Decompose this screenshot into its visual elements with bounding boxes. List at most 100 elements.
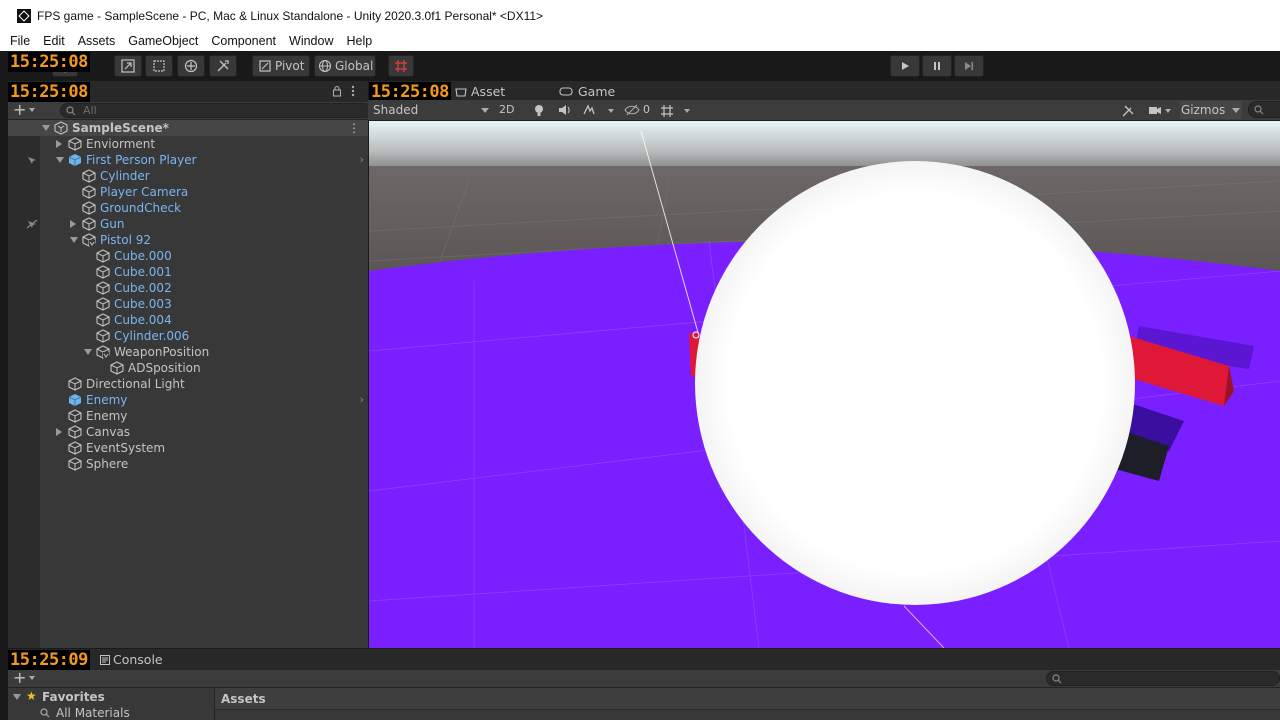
sphere-object[interactable]	[695, 161, 1135, 605]
collapsed-arrow-icon[interactable]	[70, 220, 76, 228]
scene-menu-icon[interactable]: ⋮	[348, 120, 360, 136]
scene-viewport[interactable]	[368, 121, 1280, 648]
hierarchy-item[interactable]: WeaponPosition	[40, 344, 368, 360]
chevron-down-icon[interactable]	[684, 109, 690, 113]
hierarchy-item[interactable]: Canvas	[40, 424, 368, 440]
kebab-menu-icon[interactable]	[351, 85, 355, 97]
chevron-down-icon[interactable]	[1165, 109, 1171, 113]
hierarchy-item[interactable]: GroundCheck	[40, 200, 368, 216]
hierarchy-item-label: GroundCheck	[100, 201, 182, 215]
grid-icon[interactable]	[660, 104, 674, 118]
transform-tool-button[interactable]	[177, 55, 205, 77]
hierarchy-item[interactable]: Gun	[40, 216, 368, 232]
gameobject-icon	[82, 201, 96, 215]
pickable-hidden-icon[interactable]	[26, 155, 38, 165]
hierarchy-toolbar: + All	[8, 102, 372, 120]
grid-snap-button[interactable]	[388, 55, 414, 77]
hierarchy-item[interactable]: Player Camera	[40, 184, 368, 200]
hierarchy-search-input[interactable]: All	[60, 103, 372, 118]
menu-window[interactable]: Window	[289, 34, 333, 48]
hierarchy-item[interactable]: Cube.002	[40, 280, 368, 296]
rect-tool-button[interactable]	[145, 55, 173, 77]
open-prefab-chevron-icon[interactable]: ›	[360, 392, 364, 408]
step-button[interactable]	[954, 55, 984, 77]
hierarchy-item-label: SampleScene*	[72, 121, 169, 135]
scene-visibility-icon[interactable]	[624, 104, 640, 116]
menu-file[interactable]: File	[10, 34, 30, 48]
lighting-icon[interactable]	[534, 104, 544, 117]
hierarchy-item[interactable]: Cube.003	[40, 296, 368, 312]
camera-icon[interactable]	[1148, 105, 1162, 116]
hierarchy-scene-row[interactable]: SampleScene* ⋮	[8, 120, 368, 136]
collapsed-arrow-icon[interactable]	[56, 140, 62, 148]
hierarchy-item[interactable]: EventSystem	[40, 440, 368, 456]
scene-search-input[interactable]	[1248, 101, 1280, 118]
window-title: FPS game - SampleScene - PC, Mac & Linux…	[37, 8, 544, 23]
expanded-arrow-icon[interactable]	[70, 237, 78, 243]
favorites-label[interactable]: Favorites	[42, 690, 105, 704]
collapsed-arrow-icon[interactable]	[56, 428, 62, 436]
pickable-disabled-icon[interactable]	[26, 219, 38, 229]
dropdown-arrow-icon[interactable]	[29, 676, 35, 680]
gameobject-icon	[68, 425, 82, 439]
audio-icon[interactable]	[558, 104, 572, 116]
menu-help[interactable]: Help	[346, 34, 372, 48]
hierarchy-item[interactable]: Enviorment	[40, 136, 368, 152]
chevron-down-icon[interactable]	[608, 109, 614, 113]
menu-edit[interactable]: Edit	[43, 34, 65, 48]
search-icon	[1254, 105, 1264, 115]
overlay-clock: 15:25:08	[8, 52, 90, 72]
hierarchy-item[interactable]: Cube.000	[40, 248, 368, 264]
global-label: Global	[335, 59, 374, 73]
prefab-icon	[68, 393, 82, 407]
overlay-clock: 15:25:08	[8, 82, 90, 102]
main-toolbar: Pivot Global 15:25:08	[8, 51, 1280, 81]
pivot-toggle[interactable]: Pivot	[252, 55, 310, 77]
project-folders: ★ Favorites All Materials	[8, 688, 215, 720]
open-prefab-chevron-icon[interactable]: ›	[360, 152, 364, 168]
global-toggle[interactable]: Global	[314, 55, 376, 77]
hierarchy-item[interactable]: First Person Player ›	[40, 152, 368, 168]
expanded-arrow-icon[interactable]	[42, 125, 50, 131]
play-button[interactable]	[890, 55, 920, 77]
dropdown-arrow-icon[interactable]	[29, 108, 35, 112]
hierarchy-item[interactable]: Pistol 92	[40, 232, 368, 248]
scale-icon	[121, 59, 135, 73]
hierarchy-item[interactable]: Sphere	[40, 456, 368, 472]
shading-mode-dropdown[interactable]: Shaded	[373, 101, 489, 119]
hierarchy-visibility-gutter[interactable]	[8, 120, 40, 648]
expand-arrow-icon[interactable]	[13, 694, 21, 700]
2d-toggle[interactable]: 2D	[499, 101, 519, 119]
chevron-down-icon	[481, 108, 489, 113]
grid-snap-icon	[395, 60, 407, 72]
hierarchy-item[interactable]: Cube.001	[40, 264, 368, 280]
hierarchy-item[interactable]: Cylinder	[40, 168, 368, 184]
menu-assets[interactable]: Assets	[78, 34, 116, 48]
scale-tool-button[interactable]	[114, 55, 142, 77]
hierarchy-item-label: Gun	[100, 217, 125, 231]
add-icon[interactable]: +	[13, 102, 26, 118]
hierarchy-item[interactable]: Enemy	[40, 408, 368, 424]
expanded-arrow-icon[interactable]	[56, 157, 64, 163]
custom-tool-button[interactable]	[209, 55, 237, 77]
effects-icon[interactable]	[582, 104, 596, 116]
hierarchy-item[interactable]: Enemy ›	[40, 392, 368, 408]
hierarchy-item-label: Cube.000	[114, 249, 172, 263]
expanded-arrow-icon[interactable]	[84, 349, 92, 355]
hierarchy-item[interactable]: Directional Light	[40, 376, 368, 392]
unity-logo-icon	[17, 8, 31, 23]
pause-button[interactable]	[922, 55, 952, 77]
add-icon[interactable]: +	[13, 670, 26, 686]
menu-component[interactable]: Component	[211, 34, 276, 48]
menu-gameobject[interactable]: GameObject	[128, 34, 198, 48]
assets-breadcrumb[interactable]: Assets	[215, 688, 1280, 710]
hierarchy-item[interactable]: ADSposition	[40, 360, 368, 376]
hierarchy-item[interactable]: Cube.004	[40, 312, 368, 328]
gameobject-icon	[96, 297, 110, 311]
all-materials-item[interactable]: All Materials	[56, 706, 130, 720]
tools-icon[interactable]	[1121, 104, 1135, 118]
lock-icon[interactable]	[332, 85, 342, 97]
project-search-input[interactable]	[1046, 671, 1280, 686]
gizmos-dropdown[interactable]: Gizmos	[1180, 101, 1242, 119]
hierarchy-item[interactable]: Cylinder.006	[40, 328, 368, 344]
